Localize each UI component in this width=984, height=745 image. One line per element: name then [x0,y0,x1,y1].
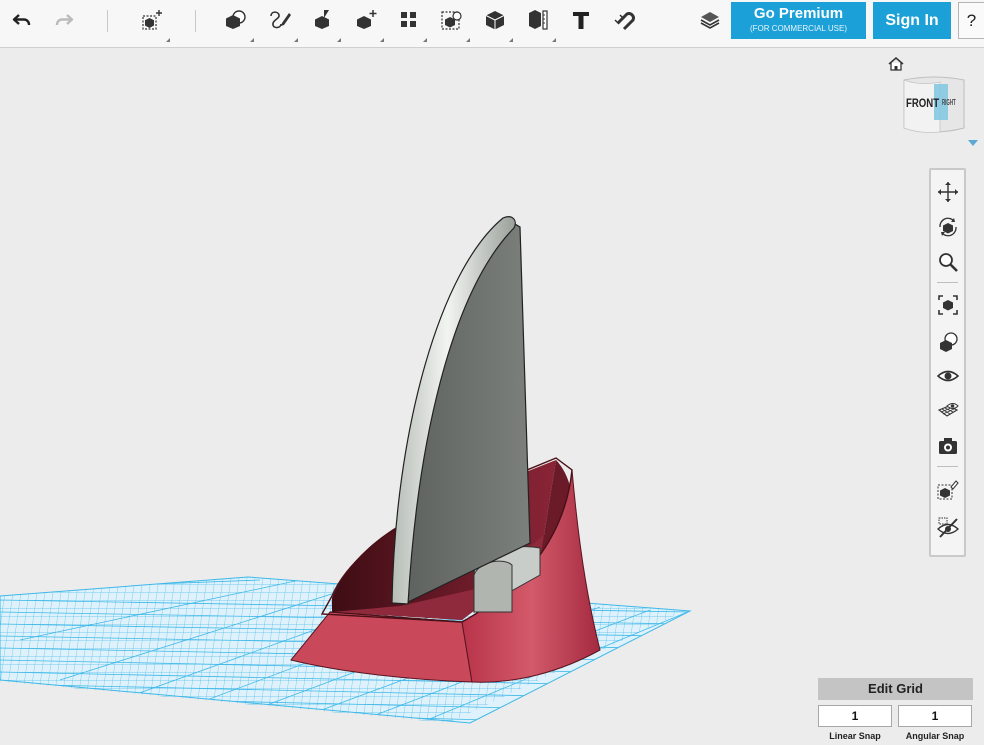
linear-snap-field[interactable]: 1 [818,705,892,727]
sketch-icon [270,11,291,29]
view-cube[interactable]: FRONT RIGHT [900,74,968,136]
panel-divider [937,466,958,467]
pan-button[interactable] [934,178,961,205]
transform-icon [142,10,162,30]
primitives-button[interactable] [218,4,254,42]
visibility-button[interactable] [934,362,961,389]
3d-viewport[interactable] [0,49,984,745]
text-icon [573,12,589,29]
angular-snap-label: Angular Snap [905,731,965,741]
snap-icon [614,12,635,31]
sign-in-button[interactable]: Sign In [873,2,951,39]
home-icon[interactable] [887,56,905,72]
redo-button[interactable] [46,4,82,36]
combine-icon [485,11,505,30]
screenshot-icon [938,437,957,454]
construct-button[interactable] [305,4,341,42]
measure-icon [529,10,548,30]
fit-icon [937,294,958,315]
text-button[interactable] [563,4,599,36]
grouping-icon [441,11,462,30]
material-edit-button[interactable] [934,475,961,502]
modify-icon [357,10,377,29]
view-cube-front-label: FRONT [906,96,940,110]
linear-snap-label: Linear Snap [829,731,881,741]
premium-sublabel: (FOR COMMERCIAL USE) [749,24,848,33]
scene-canvas [0,216,692,724]
orbit-icon [938,217,957,236]
grid-view-button[interactable] [934,397,961,424]
sail-model[interactable] [391,216,531,605]
snap-button[interactable] [606,4,642,36]
zoom-icon [938,252,958,272]
hide-icon [936,517,959,538]
edit-grid-button[interactable]: Edit Grid [818,678,973,700]
material-icon [700,12,720,29]
panel-divider [937,282,958,283]
zoom-button[interactable] [934,248,961,275]
undo-button[interactable] [4,4,40,36]
visibility-icon [936,370,959,381]
help-button[interactable]: ? [958,2,984,39]
orbit-button[interactable] [934,213,961,240]
main-toolbar: Go Premium (FOR COMMERCIAL USE) Sign In … [0,0,984,48]
chevron-down-icon[interactable] [967,138,979,148]
material-edit-icon [937,479,959,499]
navigation-panel [929,168,966,557]
toolbar-divider [195,10,196,32]
premium-label: Go Premium [753,5,844,22]
grouping-button[interactable] [434,4,470,42]
primitives-icon [226,10,246,29]
transform-button[interactable] [134,4,170,42]
sketch-button[interactable] [262,4,298,42]
construct-icon [315,10,329,29]
pan-icon [937,181,958,202]
ortho-icon [939,331,958,352]
material-button[interactable] [692,4,728,36]
go-premium-button[interactable]: Go Premium (FOR COMMERCIAL USE) [731,2,866,39]
fit-button[interactable] [934,291,961,318]
screenshot-button[interactable] [934,432,961,459]
measure-button[interactable] [520,4,556,42]
hide-button[interactable] [934,513,961,540]
ortho-button[interactable] [934,328,961,355]
pattern-button[interactable] [391,4,427,42]
modify-button[interactable] [348,4,384,42]
toolbar-divider [107,10,108,32]
combine-button[interactable] [477,4,513,42]
redo-icon [55,14,74,25]
angular-snap-field[interactable]: 1 [898,705,972,727]
pattern-icon [401,12,416,27]
undo-icon [12,14,31,25]
grid-view-icon [937,402,959,417]
view-cube-right-label: RIGHT [942,98,956,107]
